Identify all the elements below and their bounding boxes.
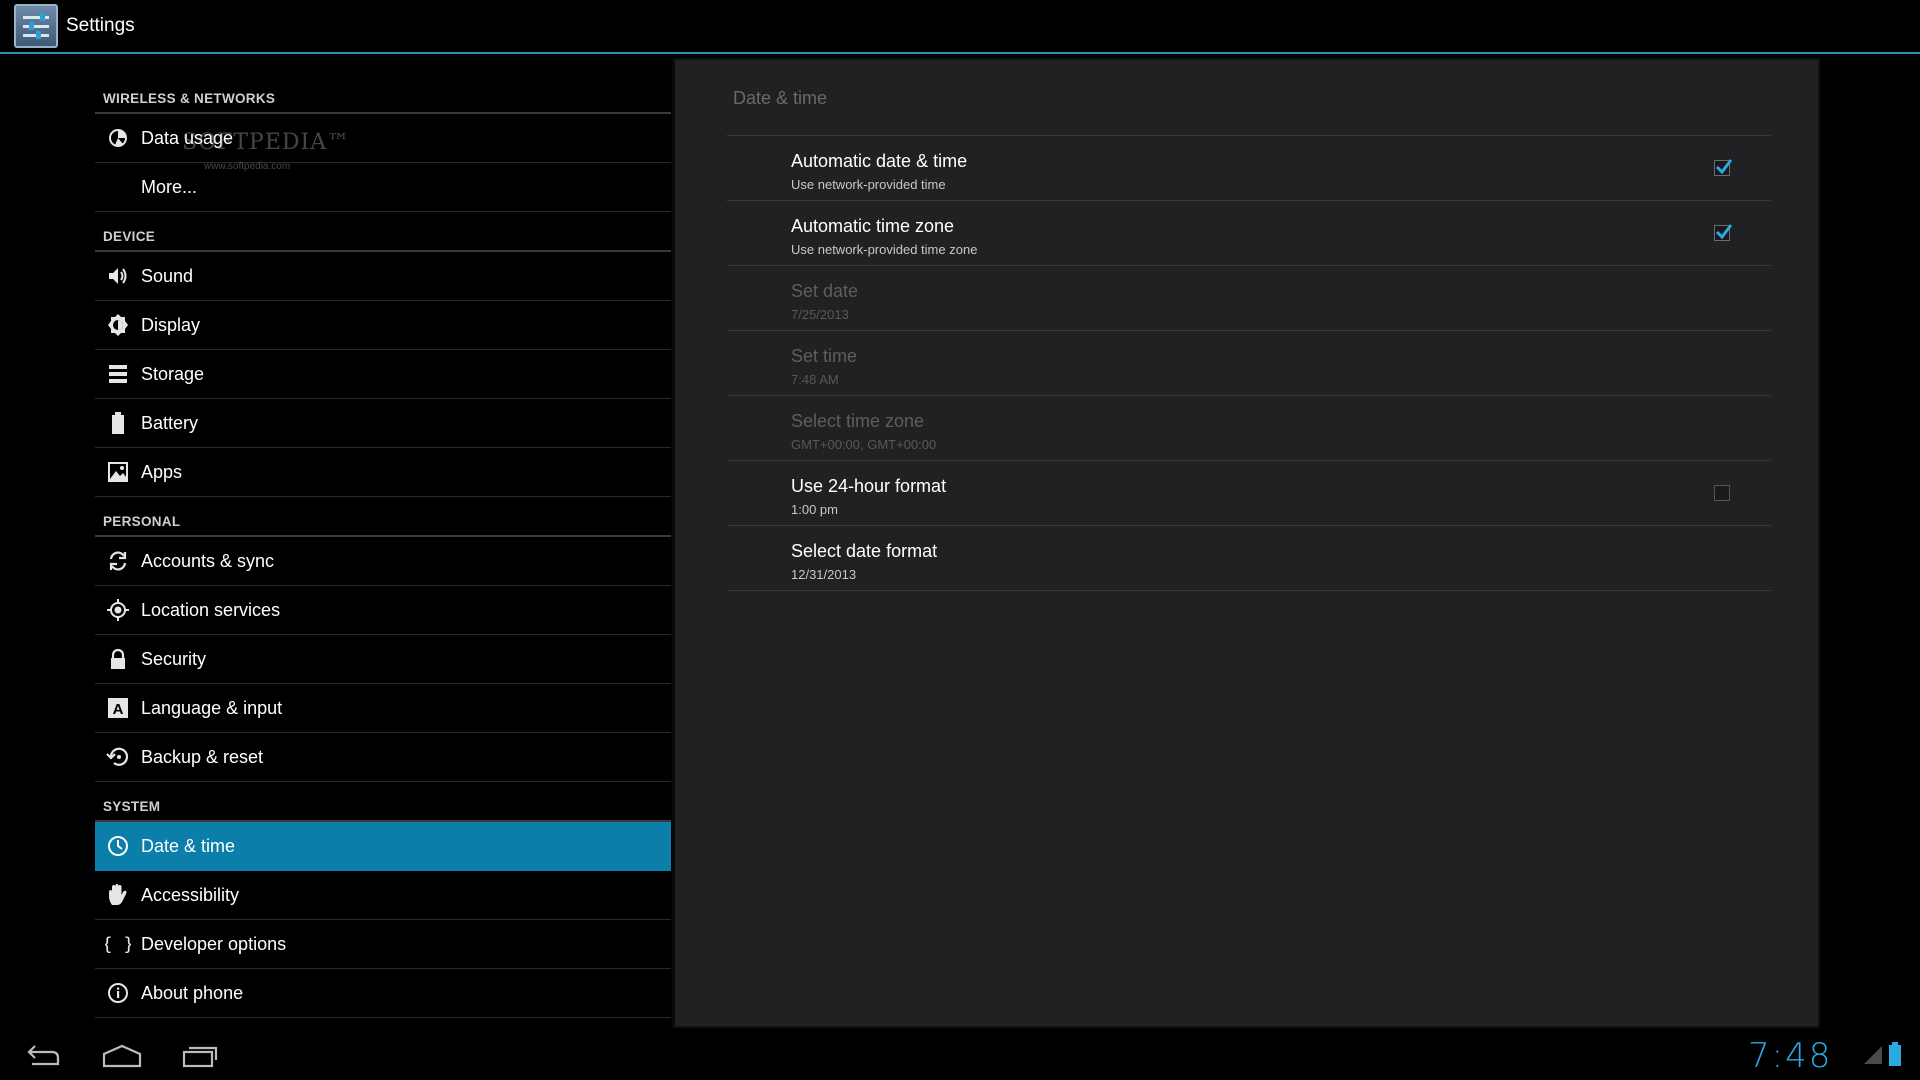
- data-usage-icon: [95, 114, 141, 163]
- sidebar-item-accounts-sync[interactable]: Accounts & sync: [95, 537, 671, 586]
- status-clock: 7:48: [1748, 1036, 1833, 1076]
- sidebar-item-sound[interactable]: Sound: [95, 252, 671, 301]
- brightness-icon: [95, 301, 141, 350]
- checkbox-checked[interactable]: [1714, 159, 1733, 176]
- battery-icon: [95, 399, 141, 448]
- hand-icon: [95, 871, 141, 920]
- sidebar-item-label: Accounts & sync: [141, 550, 275, 571]
- sidebar-item-backup-reset[interactable]: Backup & reset: [95, 733, 671, 782]
- check-icon: [1715, 224, 1733, 240]
- section-header: SYSTEM: [95, 782, 671, 822]
- braces-icon: { }: [95, 920, 141, 969]
- keyboard-letter-icon: A: [95, 684, 141, 733]
- pref-title: Automatic date & time: [791, 151, 968, 171]
- section-header: DEVICE: [95, 212, 671, 252]
- app-title: Settings: [66, 15, 135, 36]
- pref-summary: 1:00 pm: [791, 502, 838, 517]
- pref-title: Set date: [791, 281, 859, 301]
- apps-icon: [95, 448, 141, 497]
- sidebar-item-label: Accessibility: [141, 884, 240, 905]
- action-bar: Settings: [0, 0, 1920, 54]
- sidebar-item-more[interactable]: More...: [95, 163, 671, 212]
- pref-title: Use 24-hour format: [791, 476, 947, 496]
- pref-title: Select time zone: [791, 411, 925, 431]
- sidebar-item-label: Backup & reset: [141, 746, 264, 767]
- checkbox-checked[interactable]: [1714, 224, 1733, 241]
- pref-select-date-format[interactable]: Select date format 12/31/2013: [727, 526, 1771, 591]
- pref-summary: 12/31/2013: [791, 567, 857, 582]
- settings-sidebar: WIRELESS & NETWORKS Data usage More... DEVI…: [95, 56, 671, 1018]
- svg-text:{ }: { }: [105, 934, 131, 955]
- pref-title: Select date format: [791, 541, 938, 561]
- home-icon[interactable]: [96, 1038, 148, 1074]
- sidebar-item-label: Date & time: [141, 835, 236, 856]
- section-header: WIRELESS & NETWORKS: [95, 56, 671, 114]
- location-icon: [95, 586, 141, 635]
- watermark-logo: SOFTPEDIA™: [182, 130, 351, 155]
- sync-icon: [95, 537, 141, 586]
- pref-title: Automatic time zone: [791, 216, 955, 236]
- pref-summary: Use network-provided time: [791, 177, 946, 192]
- sidebar-item-display[interactable]: Display: [95, 301, 671, 350]
- sidebar-item-accessibility[interactable]: Accessibility: [95, 871, 671, 920]
- sidebar-item-security[interactable]: Security: [95, 635, 671, 684]
- checkbox-unchecked[interactable]: [1714, 485, 1730, 501]
- speaker-icon: [95, 252, 141, 301]
- storage-icon: [95, 350, 141, 399]
- sidebar-item-storage[interactable]: Storage: [95, 350, 671, 399]
- pref-summary: Use network-provided time zone: [791, 242, 978, 257]
- sidebar-item-developer-options[interactable]: { } Developer options: [95, 920, 671, 969]
- sidebar-item-label: Location services: [141, 599, 281, 620]
- sidebar-item-label: Battery: [141, 412, 199, 433]
- pref-summary: 7/25/2013: [791, 307, 849, 322]
- section-header: PERSONAL: [95, 497, 671, 537]
- sidebar-item-label: More...: [141, 176, 198, 197]
- pref-title: Set time: [791, 346, 858, 366]
- watermark-url: www.softpedia.com: [204, 161, 291, 172]
- sidebar-item-date-time[interactable]: Date & time: [95, 822, 671, 871]
- clock-icon: [95, 822, 141, 871]
- battery-status-icon: [1889, 1042, 1901, 1066]
- pref-select-time-zone: Select time zone GMT+00:00, GMT+00:00: [727, 396, 1771, 461]
- pref-set-time: Set time 7:48 AM: [727, 331, 1771, 396]
- backup-icon: [95, 733, 141, 782]
- pref-summary: GMT+00:00, GMT+00:00: [791, 437, 937, 452]
- sidebar-item-label: Developer options: [141, 933, 287, 954]
- pref-use-24-hour-format[interactable]: Use 24-hour format 1:00 pm: [727, 461, 1771, 526]
- nav-icon-spacer: [95, 163, 141, 212]
- pref-automatic-date-time[interactable]: Automatic date & time Use network-provide…: [727, 136, 1771, 201]
- detail-title: Date & time: [733, 88, 828, 108]
- sidebar-item-apps[interactable]: Apps: [95, 448, 671, 497]
- detail-panel: Date & time Automatic date & time Use net…: [672, 58, 1820, 1028]
- sidebar-item-battery[interactable]: Battery: [95, 399, 671, 448]
- lock-icon: [95, 635, 141, 684]
- pref-set-date: Set date 7/25/2013: [727, 266, 1771, 331]
- sidebar-item-about-phone[interactable]: About phone: [95, 969, 671, 1018]
- sidebar-item-label: Storage: [141, 363, 205, 384]
- pref-summary: 7:48 AM: [791, 372, 839, 387]
- sidebar-item-label: Display: [141, 314, 201, 335]
- back-icon[interactable]: [18, 1038, 70, 1074]
- signal-icon: [1864, 1046, 1882, 1064]
- sidebar-item-label: About phone: [141, 982, 244, 1003]
- check-icon: [1715, 159, 1733, 175]
- svg-text:A: A: [113, 701, 124, 718]
- recent-apps-icon[interactable]: [174, 1038, 226, 1074]
- sidebar-item-language-input[interactable]: A Language & input: [95, 684, 671, 733]
- system-nav-bar: [0, 1028, 1920, 1080]
- preference-list: Automatic date & time Use network-provide…: [727, 135, 1771, 591]
- info-icon: [95, 969, 141, 1018]
- sidebar-item-label: Security: [141, 648, 207, 669]
- sidebar-item-label: Sound: [141, 265, 194, 286]
- settings-app-icon[interactable]: [14, 4, 58, 48]
- pref-automatic-time-zone[interactable]: Automatic time zone Use network-provided …: [727, 201, 1771, 266]
- sidebar-item-label: Apps: [141, 461, 183, 482]
- sidebar-item-location-services[interactable]: Location services: [95, 586, 671, 635]
- sidebar-item-label: Language & input: [141, 697, 283, 718]
